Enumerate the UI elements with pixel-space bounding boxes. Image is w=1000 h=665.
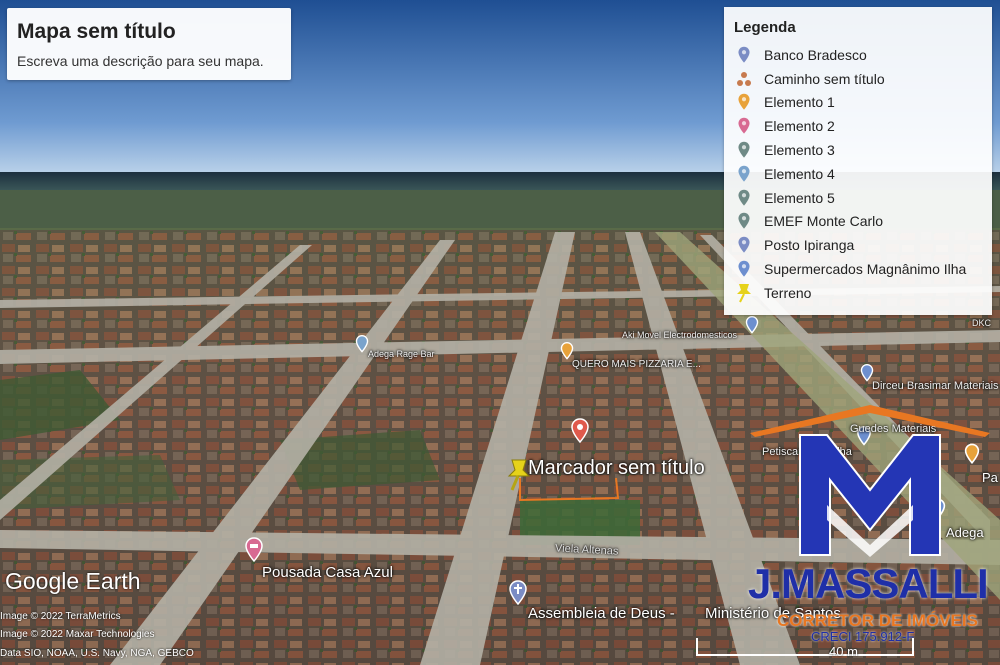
path-icon — [734, 69, 754, 89]
pin-icon — [734, 188, 754, 208]
pin-icon — [734, 235, 754, 255]
legend-title: Legenda — [734, 19, 796, 36]
pin-icon — [734, 45, 754, 65]
legend-item-label: Elemento 1 — [764, 94, 835, 111]
dirceu-label[interactable]: Dirceu Brasimar Materiais — [872, 380, 999, 392]
map-description[interactable]: Escreva uma descrição para seu mapa. — [17, 53, 264, 69]
scale-label: 40 m — [829, 644, 858, 659]
adega-left-label[interactable]: Adega Rage Bar — [368, 349, 435, 359]
legend-item-label: Supermercados Magnânimo Ilha — [764, 261, 967, 278]
adega-pin-icon[interactable] — [355, 335, 369, 353]
pin-icon — [734, 116, 754, 136]
scale-bar — [696, 638, 914, 656]
legend-panel: Legenda Banco Bradesco Caminho sem título… — [724, 7, 992, 315]
legend-item[interactable]: Supermercados Magnânimo Ilha — [734, 257, 966, 281]
pin-icon — [734, 259, 754, 279]
legend-item[interactable]: Elemento 5 — [734, 186, 966, 210]
legend-item-label: Posto Ipiranga — [764, 237, 855, 254]
pushpin-icon — [734, 283, 754, 303]
pin-icon — [734, 164, 754, 184]
brand-subtitle: CORRETOR DE IMÓVEIS — [777, 611, 978, 630]
pin-icon — [734, 92, 754, 112]
credit-data: Data SIO, NOAA, U.S. Navy, NGA, GEBCO — [0, 648, 194, 659]
legend-item[interactable]: Elemento 2 — [734, 114, 966, 138]
pousada-pin-icon[interactable] — [244, 537, 264, 563]
pousada-label[interactable]: Pousada Casa Azul — [262, 564, 393, 581]
brand-name: J.MASSALLI — [748, 560, 989, 607]
map-title[interactable]: Mapa sem título — [17, 20, 176, 44]
marker-label[interactable]: Marcador sem título — [528, 457, 705, 480]
legend-item-label: Elemento 2 — [764, 118, 835, 135]
legend-item-label: Banco Bradesco — [764, 46, 867, 63]
legend-item[interactable]: Posto Ipiranga — [734, 233, 966, 257]
church-pin-icon[interactable] — [508, 580, 528, 606]
dkc-label: DKC — [972, 318, 992, 328]
pizzaria-label[interactable]: QUERO MAIS PIZZARIA E... — [572, 359, 701, 370]
legend-item-label: EMEF Monte Carlo — [764, 213, 884, 230]
legend-item[interactable]: Elemento 1 — [734, 91, 966, 115]
brand-logo: J.MASSALLI CORRETOR DE IMÓVEIS CRECI 175… — [745, 405, 995, 645]
marker-pin-icon[interactable] — [570, 418, 590, 444]
legend-item-label: Terreno — [764, 284, 812, 301]
credit-maxar: Image © 2022 Maxar Technologies — [0, 629, 155, 640]
legend-item[interactable]: Elemento 4 — [734, 162, 966, 186]
movel-label[interactable]: Aki Movel Electrodomesticos — [622, 330, 737, 340]
elemento-pin-icon[interactable] — [745, 316, 759, 334]
map-title-panel[interactable]: Mapa sem título Escreva uma descrição pa… — [7, 8, 291, 80]
legend-item-label: Elemento 3 — [764, 142, 835, 159]
legend-item-label: Elemento 5 — [764, 189, 835, 206]
legend-item[interactable]: Elemento 3 — [734, 138, 966, 162]
pizzaria-pin-icon[interactable] — [560, 342, 574, 360]
google-earth-logo: Google Earth — [5, 568, 141, 594]
legend-item[interactable]: Terreno — [734, 281, 966, 305]
legend-item[interactable]: EMEF Monte Carlo — [734, 210, 966, 234]
pin-icon — [734, 140, 754, 160]
legend-item-label: Caminho sem título — [764, 70, 885, 87]
assembleia-label[interactable]: Assembleia de Deus - — [528, 605, 675, 622]
legend-item-label: Elemento 4 — [764, 165, 835, 182]
brand-emblem-icon — [750, 405, 990, 557]
legend-item[interactable]: Banco Bradesco — [734, 43, 966, 67]
credit-terrametrics: Image © 2022 TerraMetrics — [0, 611, 121, 622]
legend-list: Banco Bradesco Caminho sem título Elemento… — [734, 43, 966, 305]
legend-item[interactable]: Caminho sem título — [734, 67, 966, 91]
pin-icon — [734, 211, 754, 231]
